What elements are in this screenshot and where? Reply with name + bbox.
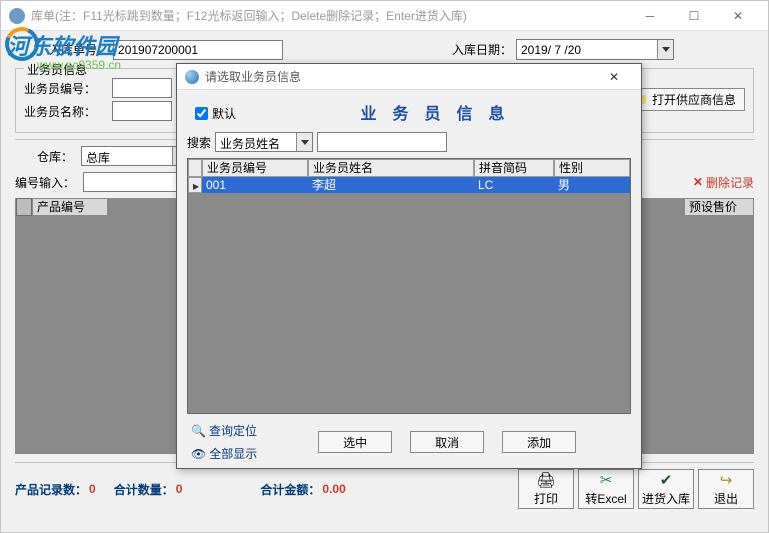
sales-dialog: 请选取业务员信息 ✕ 默认 业务员信息 搜索 业务员姓名 业务员编号 bbox=[176, 63, 642, 469]
date-label: 入库日期： bbox=[452, 41, 512, 58]
col-preset-price[interactable]: 预设售价 bbox=[684, 198, 754, 216]
show-all-label: 全部显示 bbox=[209, 445, 257, 462]
stockin-button[interactable]: ✔ 进货入库 bbox=[638, 469, 694, 509]
app-icon bbox=[9, 8, 25, 24]
grid-corner bbox=[16, 198, 32, 216]
exit-icon: ↪ bbox=[720, 471, 733, 489]
maximize-button[interactable]: ☐ bbox=[672, 2, 716, 30]
col-sales-code[interactable]: 业务员编号 bbox=[202, 159, 308, 177]
record-count-value: 0 bbox=[89, 482, 96, 496]
search-input[interactable] bbox=[317, 132, 447, 152]
add-button[interactable]: 添加 bbox=[502, 431, 576, 453]
main-titlebar: 库单(注：F11光标跳到数量；F12光标返回输入；Delete删除记录；Ente… bbox=[1, 1, 768, 31]
sales-code-label: 业务员编号： bbox=[24, 80, 102, 97]
col-pinyin[interactable]: 拼音简码 bbox=[474, 159, 554, 177]
date-picker[interactable]: 2019/ 7 /20 bbox=[516, 39, 674, 60]
close-icon: ✕ bbox=[693, 175, 703, 189]
cell-gender: 男 bbox=[554, 177, 630, 193]
locate-label: 查询定位 bbox=[209, 422, 257, 439]
grid-empty-area bbox=[188, 193, 630, 413]
window-controls: ─ ☐ ✕ bbox=[628, 2, 760, 30]
default-label: 默认 bbox=[212, 105, 236, 122]
dialog-grid[interactable]: 业务员编号 业务员姓名 拼音简码 性别 ▸ 001 李超 LC 男 bbox=[187, 158, 631, 414]
col-product-code[interactable]: 产品编号 bbox=[32, 198, 108, 216]
chevron-down-icon bbox=[296, 133, 312, 151]
main-title: 库单(注：F11光标跳到数量；F12光标返回输入；Delete删除记录；Ente… bbox=[31, 7, 628, 24]
dialog-grid-header: 业务员编号 业务员姓名 拼音简码 性别 bbox=[188, 159, 630, 177]
col-gender[interactable]: 性别 bbox=[554, 159, 630, 177]
dialog-title: 请选取业务员信息 bbox=[205, 68, 595, 85]
excel-icon: ✂ bbox=[600, 471, 613, 489]
cancel-button[interactable]: 取消 bbox=[410, 431, 484, 453]
open-supplier-button[interactable]: 📁 打开供应商信息 bbox=[624, 88, 745, 111]
record-count-label: 产品记录数： bbox=[15, 481, 87, 498]
exit-label: 退出 bbox=[714, 490, 738, 507]
total-qty-value: 0 bbox=[176, 482, 183, 496]
delete-record-label: 删除记录 bbox=[706, 174, 754, 191]
stockin-label: 进货入库 bbox=[642, 490, 690, 507]
search-field-select[interactable]: 业务员姓名 bbox=[215, 132, 313, 152]
table-row[interactable]: ▸ 001 李超 LC 男 bbox=[188, 177, 630, 193]
total-amt-value: 0.00 bbox=[322, 482, 345, 496]
date-value: 2019/ 7 /20 bbox=[517, 41, 657, 59]
excel-button[interactable]: ✂ 转Excel bbox=[578, 469, 634, 509]
dialog-heading: 业务员信息 bbox=[236, 100, 631, 124]
print-label: 打印 bbox=[534, 490, 558, 507]
warehouse-value: 总库 bbox=[82, 147, 172, 165]
search-field-value: 业务员姓名 bbox=[216, 133, 296, 151]
code-input-label: 编号输入： bbox=[15, 174, 75, 191]
order-no-label: 入库单号： bbox=[49, 41, 109, 58]
order-no-input[interactable] bbox=[113, 40, 283, 60]
minimize-button[interactable]: ─ bbox=[628, 2, 672, 30]
show-all-button[interactable]: 👁 全部显示 bbox=[191, 445, 257, 462]
select-button[interactable]: 选中 bbox=[318, 431, 392, 453]
eye-icon: 👁 bbox=[191, 447, 206, 461]
printer-icon: 🖨 bbox=[536, 471, 555, 489]
warehouse-label: 仓库： bbox=[37, 148, 73, 165]
globe-icon bbox=[185, 70, 199, 84]
open-supplier-label: 打开供应商信息 bbox=[652, 91, 736, 108]
check-icon: ✔ bbox=[660, 471, 673, 489]
exit-button[interactable]: ↪ 退出 bbox=[698, 469, 754, 509]
search-icon: 🔍 bbox=[191, 424, 206, 438]
print-button[interactable]: 🖨 打印 bbox=[518, 469, 574, 509]
col-sales-name[interactable]: 业务员姓名 bbox=[308, 159, 474, 177]
sales-name-label: 业务员名称： bbox=[24, 103, 102, 120]
cell-pinyin: LC bbox=[474, 177, 554, 193]
cell-name: 李超 bbox=[308, 177, 474, 193]
row-indicator: ▸ bbox=[188, 177, 202, 193]
search-label: 搜索 bbox=[187, 134, 211, 151]
row-selector-col bbox=[188, 159, 202, 177]
fieldset-legend: 业务员信息 bbox=[24, 61, 90, 78]
dialog-close-button[interactable]: ✕ bbox=[595, 65, 633, 89]
default-checkbox[interactable] bbox=[195, 107, 208, 120]
cell-code: 001 bbox=[202, 177, 308, 193]
dialog-titlebar: 请选取业务员信息 ✕ bbox=[177, 64, 641, 90]
chevron-down-icon bbox=[657, 40, 673, 59]
total-amt-label: 合计金额： bbox=[260, 481, 320, 498]
close-button[interactable]: ✕ bbox=[716, 2, 760, 30]
delete-record-button[interactable]: ✕ 删除记录 bbox=[693, 174, 754, 191]
warehouse-select[interactable]: 总库 bbox=[81, 146, 189, 166]
excel-label: 转Excel bbox=[585, 490, 626, 507]
sales-code-input[interactable] bbox=[112, 78, 172, 98]
sales-name-input[interactable] bbox=[112, 101, 172, 121]
total-qty-label: 合计数量： bbox=[114, 481, 174, 498]
locate-button[interactable]: 🔍 查询定位 bbox=[191, 422, 257, 439]
status-bar: 产品记录数： 0 合计数量： 0 合计金额： 0.00 🖨 打印 ✂ 转Exce… bbox=[1, 463, 768, 515]
